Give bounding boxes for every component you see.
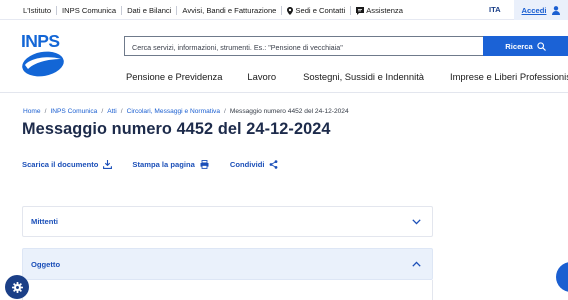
login-button[interactable]: Accedi (514, 0, 568, 20)
chevron-down-icon (412, 218, 421, 225)
assistant-chat-button[interactable] (556, 262, 568, 292)
divider (176, 5, 178, 15)
sedi-label: Sedi e Contatti (295, 5, 346, 15)
page-title: Messaggio numero 4452 del 24-12-2024 (22, 120, 331, 138)
search-icon (537, 41, 546, 51)
nav-item-lavoro[interactable]: Lavoro (247, 71, 276, 82)
breadcrumb-separator: / (44, 107, 47, 115)
nav-item-sostegni[interactable]: Sostegni, Sussidi e Indennità (303, 71, 424, 82)
search-input[interactable] (125, 38, 483, 57)
download-document-link[interactable]: Scarica il documento (22, 159, 113, 169)
accessibility-settings-button[interactable] (5, 275, 29, 299)
print-page-link[interactable]: Stampa la pagina (132, 159, 209, 169)
share-link[interactable]: Condividi (230, 160, 279, 169)
accordion-oggetto-body (22, 280, 433, 300)
divider (121, 5, 123, 15)
search-box (124, 36, 483, 57)
breadcrumb-inps-comunica[interactable]: INPS Comunica (50, 108, 97, 115)
login-label: Accedi (521, 5, 547, 15)
page-actions: Scarica il documento Stampa la pagina Co… (22, 158, 278, 170)
search-button-label: Ricerca (505, 41, 533, 51)
utility-link-dati-bilanci[interactable]: Dati e Bilanci (127, 6, 171, 15)
top-utility-bar: L'Istituto INPS Comunica Dati e Bilanci … (0, 0, 568, 20)
user-icon (552, 5, 561, 15)
nav-item-imprese[interactable]: Imprese e Liberi Professionisti (450, 71, 568, 82)
breadcrumb: Home / INPS Comunica / Atti / Circolari,… (23, 106, 349, 116)
main-navigation: Pensione e Previdenza Lavoro Sostegni, S… (126, 69, 568, 83)
inps-logo[interactable]: INPS (21, 31, 65, 77)
download-label: Scarica il documento (22, 159, 99, 169)
breadcrumb-home[interactable]: Home (23, 108, 41, 115)
share-icon (270, 159, 278, 169)
print-label: Stampa la pagina (132, 159, 195, 169)
divider (0, 92, 568, 93)
logo-emblem (22, 51, 64, 77)
nav-item-pensione[interactable]: Pensione e Previdenza (126, 71, 222, 82)
search-button[interactable]: Ricerca (483, 36, 568, 56)
breadcrumb-atti[interactable]: Atti (107, 108, 117, 115)
breadcrumb-separator: / (120, 107, 123, 115)
divider (56, 5, 58, 15)
download-icon (103, 159, 113, 169)
pin-icon (287, 6, 294, 15)
breadcrumb-separator: / (101, 107, 104, 115)
utility-link-istituto[interactable]: L'Istituto (23, 6, 51, 15)
print-icon (200, 159, 209, 169)
utility-link-inps-comunica[interactable]: INPS Comunica (62, 6, 116, 15)
assistenza-label: Assistenza (366, 5, 403, 15)
accordion-oggetto[interactable]: Oggetto (22, 248, 433, 280)
accordion-mittenti-label: Mittenti (31, 217, 58, 226)
share-label: Condividi (229, 159, 265, 169)
breadcrumb-circolari[interactable]: Circolari, Messaggi e Normativa (127, 108, 220, 115)
utility-link-assistenza[interactable]: Assistenza (356, 6, 403, 15)
language-selector[interactable]: ITA (489, 0, 501, 20)
divider (350, 5, 352, 15)
divider (281, 5, 283, 15)
accordion-mittenti[interactable]: Mittenti (22, 206, 433, 237)
chevron-up-icon (412, 261, 421, 267)
utility-link-sedi-contatti[interactable]: Sedi e Contatti (287, 6, 345, 15)
utility-links: L'Istituto INPS Comunica Dati e Bilanci … (23, 0, 403, 20)
accordion-oggetto-label: Oggetto (31, 259, 61, 269)
settings-icon (11, 281, 23, 293)
utility-link-avvisi[interactable]: Avvisi, Bandi e Fatturazione (182, 6, 276, 15)
chat-icon (356, 6, 365, 15)
breadcrumb-separator: / (224, 107, 226, 115)
breadcrumb-current: Messaggio numero 4452 del 24-12-2024 (229, 107, 349, 115)
